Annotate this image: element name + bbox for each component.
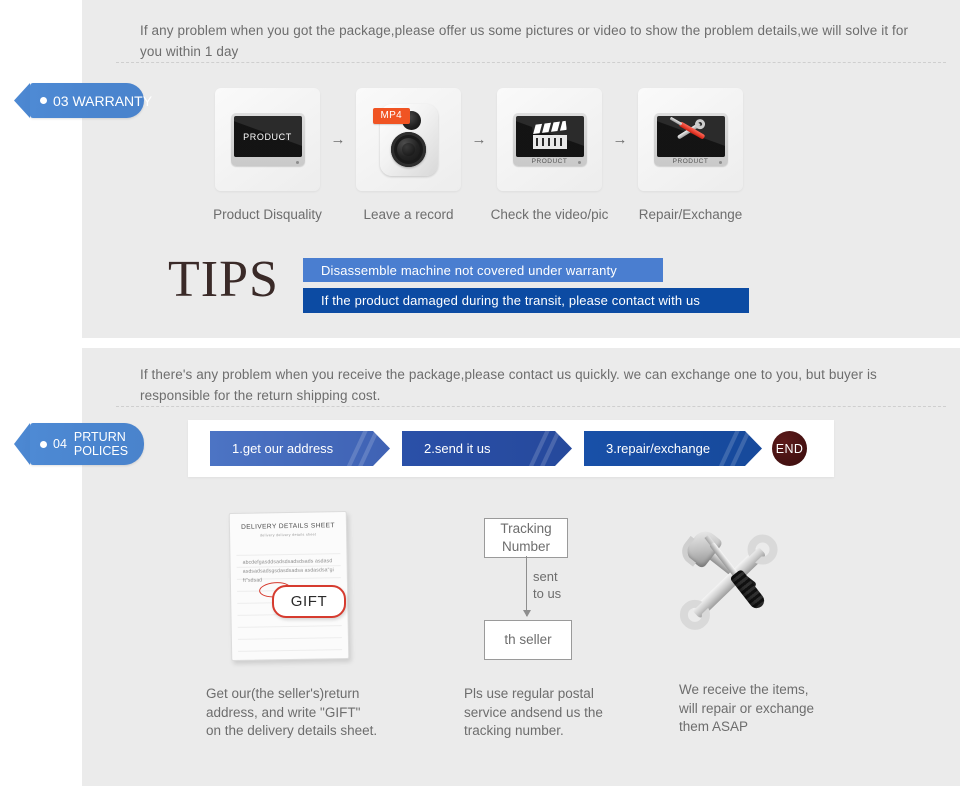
step-label: Product Disquality — [213, 207, 322, 222]
gift-callout-bubble: GIFT — [272, 585, 346, 618]
step-card: PRODUCT — [497, 88, 602, 191]
flow-step-label: 3.repair/exchange — [606, 441, 711, 456]
wrench-jaw-left — [674, 594, 716, 636]
flow-step-repair-exchange[interactable]: 3.repair/exchange — [584, 431, 762, 466]
mp4-tag: MP4 — [372, 107, 410, 124]
caption-postal-service: Pls use regular postal service andsend u… — [464, 686, 603, 738]
badge-warranty-title: WARRANTY — [72, 92, 153, 109]
hammer-wrench-screwdriver-icon — [678, 520, 806, 650]
flow-step-label: 1.get our address — [232, 441, 334, 456]
step-label: Repair/Exchange — [638, 207, 743, 222]
caption-repair-exchange: We receive the items, will repair or exc… — [679, 682, 815, 734]
power-led-icon — [718, 161, 722, 164]
clapper-body — [532, 134, 567, 149]
section-badge-return[interactable]: 04 PRTURN POLICES — [30, 423, 144, 465]
monitor-screen — [656, 116, 725, 157]
chevron-right-icon — [519, 431, 559, 466]
step-label: Leave a record — [363, 207, 454, 222]
camera-icon: MP4 — [372, 103, 438, 176]
tip-bar-warranty-note: Disassemble machine not covered under wa… — [303, 258, 663, 282]
bullet-dot-icon — [40, 440, 47, 448]
clapperboard-icon — [531, 120, 567, 149]
return-intro-text: If there's any problem when you receive … — [140, 367, 877, 403]
flow-arrow-icon: → — [330, 131, 346, 148]
badge-return-number: 04 — [53, 437, 67, 451]
return-divider — [116, 406, 946, 407]
monitor-base-text: PRODUCT — [531, 158, 568, 165]
clapperboard-monitor-icon: PRODUCT — [512, 113, 587, 166]
screwdriver-handle — [729, 568, 768, 612]
camera-lens-icon — [390, 131, 426, 167]
badge-warranty-label: 03 WARRANTY — [53, 93, 152, 109]
monitor-icon: PRODUCT — [230, 113, 305, 166]
badge-warranty-number: 03 — [53, 92, 69, 109]
monitor-screen — [515, 116, 584, 157]
tips-heading: TIPS — [168, 251, 279, 308]
power-led-icon — [577, 161, 581, 164]
monitor-screen: PRODUCT — [233, 116, 302, 157]
product-warranty-return-infographic: If any problem when you got the package,… — [0, 0, 960, 786]
seller-box: th seller — [484, 620, 572, 660]
flow-arrow-icon: → — [471, 131, 487, 148]
sheet-body-text: abcdefgasddsadsdsadsdsads asdasdasdsadsa… — [242, 558, 334, 584]
step-card: MP4 — [356, 88, 461, 191]
wrench-jaw-right — [741, 528, 783, 570]
caption-get-address: Get our(the seller's)return address, and… — [206, 686, 378, 738]
warranty-intro-text: If any problem when you got the package,… — [140, 23, 909, 59]
power-led-icon — [295, 161, 299, 164]
flow-arrow-icon: → — [612, 131, 628, 148]
warranty-step: PRODUCT Check the video/pic — [491, 88, 608, 222]
flow-step-get-address[interactable]: 1.get our address — [210, 431, 390, 466]
down-arrow-icon — [522, 556, 531, 617]
flow-end-badge: END — [772, 431, 807, 466]
clapper-top — [531, 120, 567, 134]
sheet-title: DELIVERY DETAILS SHEET — [240, 522, 335, 531]
sheet-subtitle: delivery delivery details sheet — [259, 532, 317, 538]
tip-bar-transit-note: If the product damaged during the transi… — [303, 288, 749, 313]
tracking-arrow-label: sent to us — [533, 569, 562, 601]
step-card: PRODUCT — [638, 88, 743, 191]
flow-step-send-it-us[interactable]: 2.send it us — [402, 431, 572, 466]
warranty-step-flow: PRODUCT Product Disquality → MP4 Leave a… — [213, 88, 743, 222]
badge-return-title: PRTURN POLICES — [73, 430, 129, 458]
monitor-base-text: PRODUCT — [672, 158, 709, 165]
flow-step-label: 2.send it us — [424, 441, 491, 456]
monitor-screen-text: PRODUCT — [243, 131, 292, 142]
step-label: Check the video/pic — [490, 207, 609, 222]
bullet-dot-icon — [40, 97, 47, 104]
tools-monitor-icon: PRODUCT — [653, 113, 728, 166]
step-card: PRODUCT — [215, 88, 320, 191]
warranty-step: MP4 Leave a record — [356, 88, 461, 222]
section-badge-warranty[interactable]: 03 WARRANTY — [30, 83, 152, 118]
warranty-step: PRODUCT Product Disquality — [213, 88, 322, 222]
warranty-step: PRODUCT Repair/Exchange — [638, 88, 743, 222]
return-flow-strip: 1.get our address 2.send it us 3.repair/… — [188, 420, 834, 477]
warranty-divider — [116, 62, 946, 63]
tracking-number-box: Tracking Number — [484, 518, 568, 558]
chevron-right-icon — [337, 431, 377, 466]
chevron-right-icon — [709, 431, 749, 466]
screwdriver-wrench-icon — [672, 120, 710, 150]
